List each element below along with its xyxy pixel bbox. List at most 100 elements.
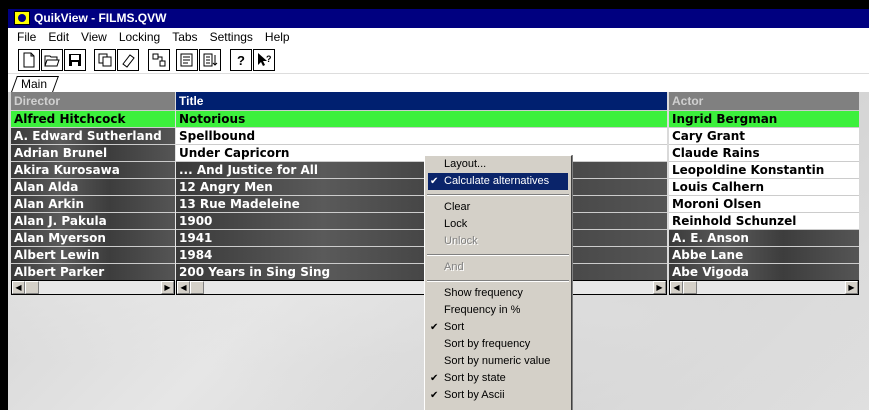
tab-strip: Main (8, 74, 869, 92)
context-help-icon[interactable]: ? (253, 49, 275, 71)
listbox-row[interactable]: Alan J. Pakula (11, 212, 175, 229)
scroll-thumb[interactable] (683, 281, 697, 294)
actor-scrollbar[interactable]: ◀ ▶ (669, 280, 859, 295)
toolbar-group-link (148, 49, 171, 71)
checkmark-icon: ✔ (430, 373, 439, 384)
context-menu-item[interactable]: Sort by frequency (425, 336, 571, 353)
context-menu-item[interactable]: Frequency in % (425, 302, 571, 319)
svg-text:?: ? (237, 53, 245, 68)
scroll-left-arrow-icon[interactable]: ◀ (670, 281, 683, 294)
context-menu-item[interactable]: ✔ Sort by state (425, 370, 571, 387)
copy-icon[interactable] (94, 49, 116, 71)
menu-help[interactable]: Help (259, 28, 296, 44)
listbox-row[interactable]: Abbe Lane (669, 246, 859, 263)
context-menu-item[interactable]: Layout... (425, 156, 571, 173)
listbox-row[interactable]: Alan Arkin (11, 195, 175, 212)
listbox-row[interactable]: Claude Rains (669, 144, 859, 161)
listbox-rows-title: Notorious Spellbound Under Capricorn... An… (176, 110, 667, 280)
menu-separator (425, 190, 571, 199)
context-menu-item: Unlock (425, 233, 571, 250)
context-menu-item[interactable]: Lock (425, 216, 571, 233)
listbox-director[interactable]: Director Alfred Hitchcock A. Edward Suthe… (11, 92, 175, 295)
context-menu-item-label: Lock (444, 218, 468, 230)
listbox-row[interactable]: Cary Grant (669, 127, 859, 144)
context-menu-item[interactable]: Clear (425, 199, 571, 216)
toolbar-group-edit (94, 49, 140, 71)
scroll-thumb[interactable] (190, 281, 204, 294)
listbox-row[interactable]: 13 Rue Madeleine (176, 195, 667, 212)
listbox-row[interactable]: Alan Myerson (11, 229, 175, 246)
listbox-row[interactable]: Spellbound (176, 127, 667, 144)
listbox-row[interactable]: Under Capricorn (176, 144, 667, 161)
open-folder-icon[interactable] (41, 49, 63, 71)
listbox-header-title[interactable]: Title (176, 92, 667, 110)
listbox-row[interactable]: 1900 (176, 212, 667, 229)
listbox-row[interactable]: Albert Parker (11, 263, 175, 280)
context-menu-item[interactable]: Sort by numeric value (425, 353, 571, 370)
menu-tabs[interactable]: Tabs (166, 28, 203, 44)
context-menu-item[interactable]: ✔ Sort (425, 319, 571, 336)
context-menu-item-label: And (444, 261, 464, 273)
scroll-right-arrow-icon[interactable]: ▶ (161, 281, 174, 294)
context-menu-item-label: Layout... (444, 158, 487, 170)
listbox-row[interactable]: Moroni Olsen (669, 195, 859, 212)
menu-edit[interactable]: Edit (42, 28, 75, 44)
listbox-header-actor[interactable]: Actor (669, 92, 859, 110)
listbox-row[interactable]: 1984 (176, 246, 667, 263)
toolbar-group-properties (176, 49, 222, 71)
properties-icon[interactable] (176, 49, 198, 71)
listbox-row[interactable]: A. Edward Sutherland (11, 127, 175, 144)
title-scrollbar[interactable]: ◀ ▶ (176, 280, 667, 295)
scroll-right-arrow-icon[interactable]: ▶ (845, 281, 858, 294)
context-menu-item: And (425, 259, 571, 276)
sort-icon[interactable] (199, 49, 221, 71)
help-icon[interactable]: ? (230, 49, 252, 71)
link-icon[interactable] (148, 49, 170, 71)
listbox-title[interactable]: Title Notorious Spellbound Under Capricorn… (176, 92, 667, 295)
toolbar-group-file (18, 49, 87, 71)
listbox-row[interactable]: Alfred Hitchcock (11, 110, 175, 127)
menu-view[interactable]: View (75, 28, 113, 44)
scroll-thumb[interactable] (25, 281, 39, 294)
listbox-row[interactable]: Notorious (176, 110, 667, 127)
listbox-row[interactable]: 200 Years in Sing Sing (176, 263, 667, 280)
listbox-row[interactable]: Reinhold Schunzel (669, 212, 859, 229)
listbox-row[interactable]: ... And Justice for All (176, 161, 667, 178)
context-menu-item-label: Calculate alternatives (444, 175, 550, 187)
listbox-row[interactable]: Alan Alda (11, 178, 175, 195)
listbox-row[interactable]: Akira Kurosawa (11, 161, 175, 178)
new-document-icon[interactable] (18, 49, 40, 71)
listbox-row[interactable]: 12 Angry Men (176, 178, 667, 195)
listbox-actor[interactable]: Actor Ingrid Bergman Cary Grant Claude Rai… (669, 92, 859, 295)
listbox-row[interactable]: Leopoldine Konstantin (669, 161, 859, 178)
context-menu-item[interactable]: Show frequency (425, 285, 571, 302)
menu-locking[interactable]: Locking (113, 28, 166, 44)
scroll-left-arrow-icon[interactable]: ◀ (12, 281, 25, 294)
listbox-row[interactable]: 1941 (176, 229, 667, 246)
save-icon[interactable] (64, 49, 86, 71)
director-scrollbar[interactable]: ◀ ▶ (11, 280, 175, 295)
listbox-row[interactable]: Louis Calhern (669, 178, 859, 195)
toolbar: ? ? (8, 46, 869, 74)
toolbar-group-help: ? ? (230, 49, 276, 71)
menu-bar: File Edit View Locking Tabs Settings Help (8, 28, 869, 46)
menu-settings[interactable]: Settings (204, 28, 259, 44)
listbox-row[interactable]: Abe Vigoda (669, 263, 859, 280)
checkmark-icon: ✔ (430, 176, 439, 187)
listbox-row[interactable]: Ingrid Bergman (669, 110, 859, 127)
tab-main[interactable]: Main (11, 76, 59, 92)
eraser-icon[interactable] (117, 49, 139, 71)
listbox-header-director[interactable]: Director (11, 92, 175, 110)
listbox-row[interactable]: Albert Lewin (11, 246, 175, 263)
menu-file[interactable]: File (8, 28, 42, 44)
context-menu-item-label: Sort (444, 321, 465, 333)
context-menu-item-label: Unlock (444, 235, 478, 247)
context-menu-item[interactable]: ✔ Calculate alternatives (428, 173, 568, 190)
scroll-left-arrow-icon[interactable]: ◀ (177, 281, 190, 294)
context-menu-item[interactable]: ✔ Sort by Ascii (425, 387, 571, 404)
scroll-right-arrow-icon[interactable]: ▶ (653, 281, 666, 294)
title-bar: QuikView - FILMS.QVW (0, 0, 869, 28)
listbox-row[interactable]: Adrian Brunel (11, 144, 175, 161)
context-menu: Layout... ✔ Calculate alternatives Clear Loc… (424, 155, 572, 410)
listbox-row[interactable]: A. E. Anson (669, 229, 859, 246)
